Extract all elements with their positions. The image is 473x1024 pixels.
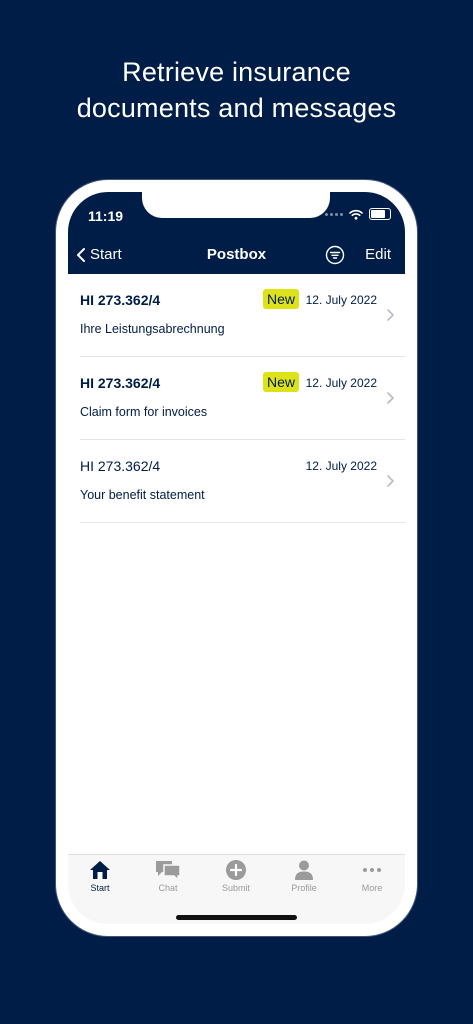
signal-icon	[325, 212, 343, 216]
person-icon	[295, 860, 313, 880]
message-reference: HI 273.362/4	[80, 375, 161, 391]
phone-frame: 11:19 Start Postbox Edit HI 273.362/4 Ne…	[56, 180, 417, 936]
message-reference: HI 273.362/4	[80, 292, 161, 308]
headline-line-2: documents and messages	[76, 93, 397, 123]
status-time: 11:19	[88, 208, 124, 224]
top-bar: 11:19 Start Postbox Edit	[68, 192, 405, 274]
edit-button[interactable]: Edit	[365, 246, 391, 263]
filter-icon[interactable]	[325, 245, 345, 265]
list-item[interactable]: HI 273.362/4 12. July 2022 Your benefit …	[80, 440, 405, 523]
message-date: 12. July 2022	[305, 293, 377, 307]
message-reference: HI 273.362/4	[80, 458, 161, 474]
chevron-right-icon	[387, 475, 394, 487]
tab-chat-label: Chat	[158, 883, 178, 893]
tab-profile[interactable]: Profile	[274, 859, 334, 893]
message-list: HI 273.362/4 New 12. July 2022 Ihre Leis…	[68, 274, 405, 523]
notch	[142, 192, 330, 218]
headline: Retrieve insurance documents and message…	[0, 54, 473, 126]
list-item[interactable]: HI 273.362/4 New 12. July 2022 Claim for…	[80, 357, 405, 440]
message-subject: Claim form for invoices	[80, 405, 208, 419]
tab-more[interactable]: More	[342, 859, 402, 893]
chevron-left-icon	[77, 247, 85, 262]
tab-profile-label: Profile	[291, 883, 317, 893]
message-subject: Your benefit statement	[80, 488, 205, 502]
back-button-label: Start	[90, 246, 122, 263]
tab-bar: Start Chat Submit Profile More	[68, 854, 405, 924]
message-date: 12. July 2022	[305, 459, 377, 473]
tab-submit[interactable]: Submit	[206, 859, 266, 893]
phone-screen: 11:19 Start Postbox Edit HI 273.362/4 Ne…	[68, 192, 405, 924]
chevron-right-icon	[387, 309, 394, 321]
chevron-right-icon	[387, 392, 394, 404]
tab-start-label: Start	[90, 883, 110, 893]
navigation-bar: Start Postbox Edit	[68, 242, 405, 274]
plus-circle-icon	[226, 860, 246, 880]
tab-more-label: More	[361, 883, 383, 893]
new-badge: New	[263, 289, 300, 309]
tab-submit-label: Submit	[221, 883, 250, 893]
message-subject: Ihre Leistungsabrechnung	[80, 322, 225, 336]
home-icon	[90, 861, 110, 879]
back-button[interactable]: Start	[76, 246, 122, 263]
battery-icon	[369, 208, 391, 220]
more-dots-icon	[363, 868, 381, 872]
headline-line-1: Retrieve insurance	[122, 57, 351, 87]
message-date: 12. July 2022	[305, 376, 377, 390]
tab-start[interactable]: Start	[70, 859, 130, 893]
home-indicator	[176, 915, 297, 920]
wifi-icon	[349, 209, 363, 220]
chat-icon	[156, 861, 181, 881]
tab-chat[interactable]: Chat	[138, 859, 198, 893]
status-icons	[325, 208, 391, 220]
new-badge: New	[263, 372, 300, 392]
list-item[interactable]: HI 273.362/4 New 12. July 2022 Ihre Leis…	[80, 274, 405, 357]
